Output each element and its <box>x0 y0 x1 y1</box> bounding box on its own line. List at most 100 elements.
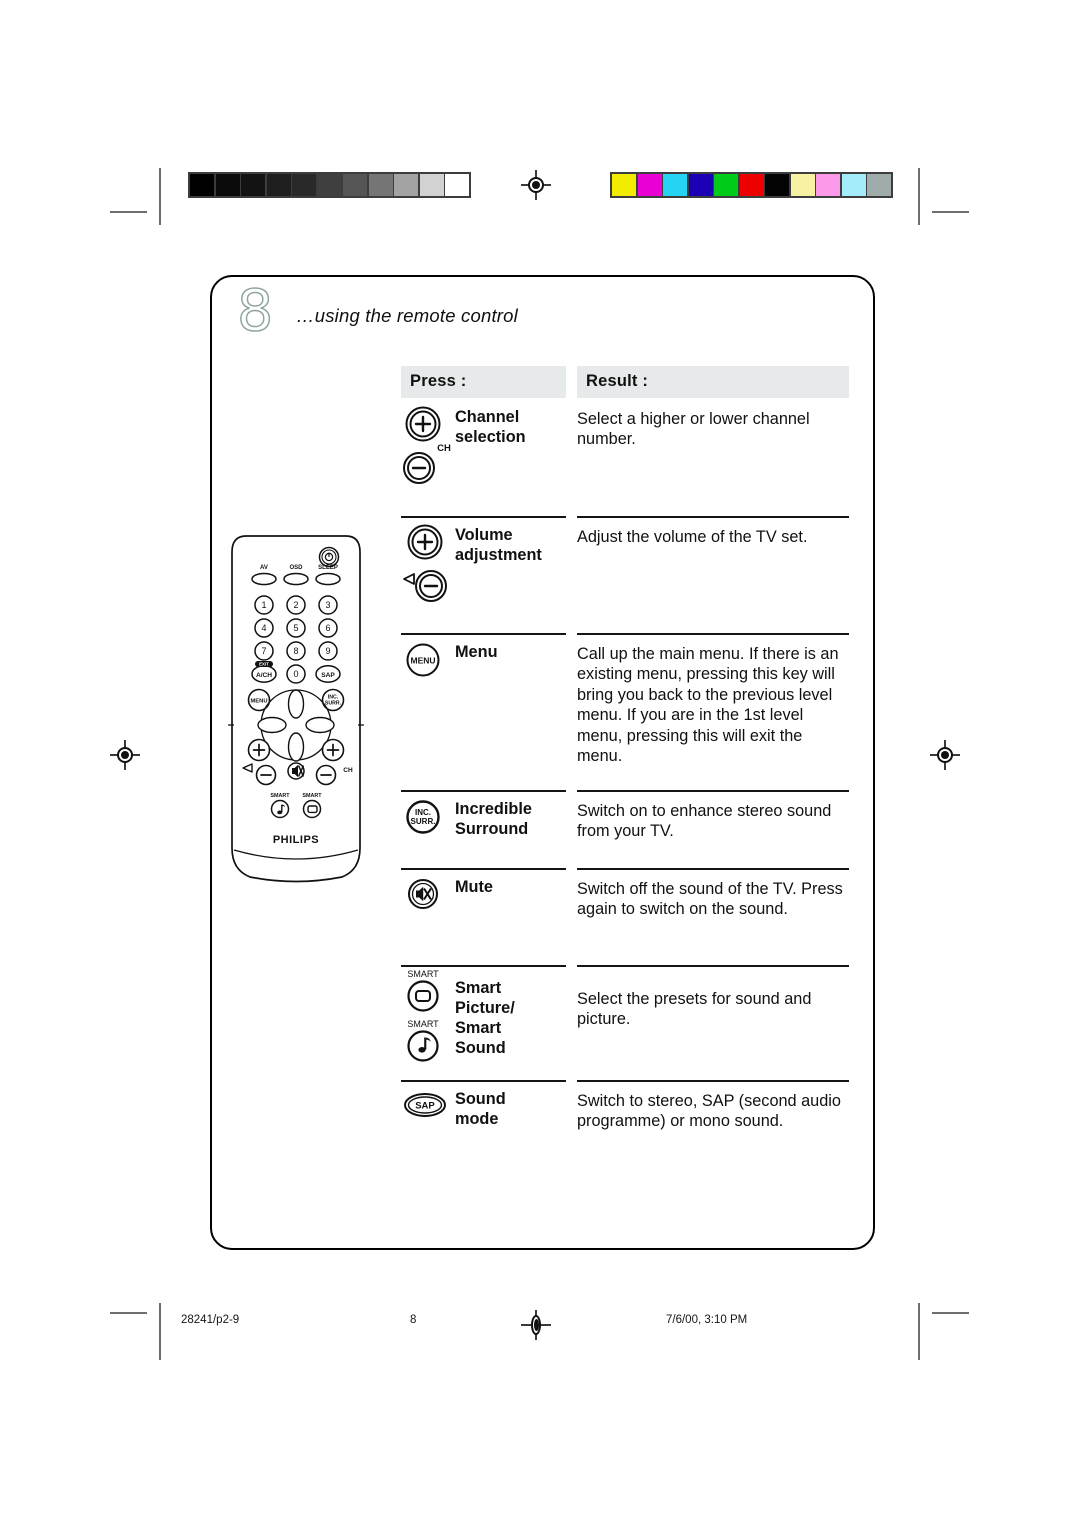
crop-mark-top-left-horizontal <box>110 211 147 213</box>
grayscale-swatch <box>266 174 291 196</box>
row-divider-result <box>577 790 849 792</box>
color-swatch <box>637 174 662 196</box>
svg-text:MENU: MENU <box>250 699 267 705</box>
smart-sound-caption: SMART <box>407 1019 439 1029</box>
table-row: MENU Menu Call up the main menu. If ther… <box>401 633 849 790</box>
color-calibration-bar <box>610 172 893 198</box>
table-header-row: Press : Result : <box>401 366 849 398</box>
svg-text:2: 2 <box>293 600 298 610</box>
press-label-line1: Smart <box>455 979 502 997</box>
menu-button-icon: MENU <box>406 643 440 677</box>
registration-mark-top-center <box>521 170 551 200</box>
result-cell: Switch on to enhance stereo sound from y… <box>577 802 832 841</box>
sap-button-icon: SAP <box>404 1093 446 1117</box>
color-swatch <box>688 174 713 196</box>
press-label: Incredible Surround <box>455 790 532 840</box>
grayscale-swatch <box>394 174 418 196</box>
svg-text:8: 8 <box>293 646 298 656</box>
crop-mark-bottom-right-horizontal <box>932 1312 969 1314</box>
svg-text:7: 7 <box>261 646 266 656</box>
press-icon-group: INC. SURR. <box>401 790 455 847</box>
press-label-line2: selection <box>455 427 526 446</box>
table-row: Mute Switch off the sound of the TV. Pre… <box>401 868 849 965</box>
press-label-line1: Mute <box>455 878 493 896</box>
svg-text:4: 4 <box>261 623 266 633</box>
crop-mark-top-right-horizontal <box>932 211 969 213</box>
svg-text:SMART: SMART <box>270 793 290 799</box>
grayscale-swatch <box>241 174 265 196</box>
page-number-glyph: 8 <box>236 278 274 344</box>
press-label: Volume adjustment <box>455 516 542 566</box>
channel-icon-caption: CH <box>437 443 451 454</box>
press-cell: SMART SMART Smart Picture/ Smart Sound <box>401 965 566 1080</box>
grayscale-swatch <box>292 174 316 196</box>
press-cell: Mute <box>401 868 566 965</box>
press-label-line2: adjustment <box>455 545 542 564</box>
press-label: Sound mode <box>455 1080 506 1130</box>
svg-text:EXIT: EXIT <box>259 662 269 667</box>
table-row: SAP Sound mode Switch to stereo, SAP (se… <box>401 1080 849 1176</box>
press-icon-group: MENU <box>401 633 455 690</box>
grayscale-swatch <box>190 174 214 196</box>
press-label-line2: mode <box>455 1109 499 1128</box>
svg-text:3: 3 <box>325 600 330 610</box>
result-cell: Call up the main menu. If there is an ex… <box>577 645 839 766</box>
press-label-line2: Surround <box>455 819 529 838</box>
color-swatch <box>739 174 764 196</box>
color-swatch <box>714 174 738 196</box>
press-icon-group: CH <box>401 398 455 493</box>
press-label: Menu <box>455 633 498 663</box>
row-divider-result <box>577 516 849 518</box>
press-label-line1: Volume <box>455 526 513 544</box>
svg-text:5: 5 <box>293 623 298 633</box>
svg-text:1: 1 <box>261 600 266 610</box>
smart-picture-button-icon <box>407 980 439 1012</box>
press-icon-group <box>401 516 455 611</box>
press-label-line4: Sound <box>455 1038 506 1057</box>
svg-text:0: 0 <box>293 669 298 679</box>
crop-mark-bottom-left-vertical <box>159 1303 161 1360</box>
result-cell: Switch to stereo, SAP (second audio prog… <box>577 1092 841 1131</box>
press-icon-group: SMART SMART <box>401 965 455 1072</box>
press-label-line1: Menu <box>455 643 498 661</box>
row-divider-result <box>577 633 849 635</box>
press-label: Channel selection <box>455 398 526 448</box>
table-row: Volume adjustment Adjust the volume of t… <box>401 516 849 633</box>
channel-plus-button-icon <box>405 406 441 442</box>
footer-timestamp: 7/6/00, 3:10 PM <box>666 1314 748 1326</box>
channel-minus-button-icon <box>403 452 435 484</box>
registration-mark-bottom-center <box>521 1310 551 1340</box>
grayscale-swatch <box>215 174 240 196</box>
page-title: …using the remote control <box>296 305 518 326</box>
crop-mark-bottom-right-vertical <box>918 1303 920 1360</box>
press-icon-group <box>401 868 455 925</box>
crop-mark-top-right-vertical <box>918 168 920 225</box>
footer-page-number: 8 <box>410 1314 417 1326</box>
press-cell: INC. SURR. Incredible Surround <box>401 790 566 868</box>
svg-text:9: 9 <box>325 646 330 656</box>
press-icon-group: SAP <box>401 1080 455 1137</box>
svg-text:A/CH: A/CH <box>256 672 272 679</box>
color-swatch <box>841 174 866 196</box>
registration-mark-left-middle <box>110 740 140 770</box>
svg-text:SAP: SAP <box>321 672 335 679</box>
crop-mark-top-left-vertical <box>159 168 161 225</box>
press-label: Smart Picture/ Smart Sound <box>455 965 515 1059</box>
grayscale-swatch <box>419 174 444 196</box>
color-swatch <box>867 174 891 196</box>
column-header-result: Result : <box>577 366 849 398</box>
color-swatch <box>765 174 789 196</box>
volume-plus-button-icon <box>407 524 443 560</box>
color-swatch <box>663 174 687 196</box>
svg-text:AV: AV <box>260 565 268 571</box>
row-divider-result <box>577 1080 849 1082</box>
svg-text:PHILIPS: PHILIPS <box>273 834 319 846</box>
press-label-line1: Sound <box>455 1090 506 1108</box>
smart-sound-button-icon <box>407 1030 439 1062</box>
remote-control-illustration: AV OSD SLEEP 1 2 3 4 5 6 7 8 9 EXIT A/CH… <box>136 532 388 887</box>
result-cell: Select the presets for sound and picture… <box>577 990 812 1029</box>
mute-button-icon <box>408 879 438 909</box>
grayscale-swatch <box>317 174 342 196</box>
color-swatch <box>816 174 840 196</box>
instruction-table: Press : Result : CH Channel selection Se… <box>401 366 849 1176</box>
